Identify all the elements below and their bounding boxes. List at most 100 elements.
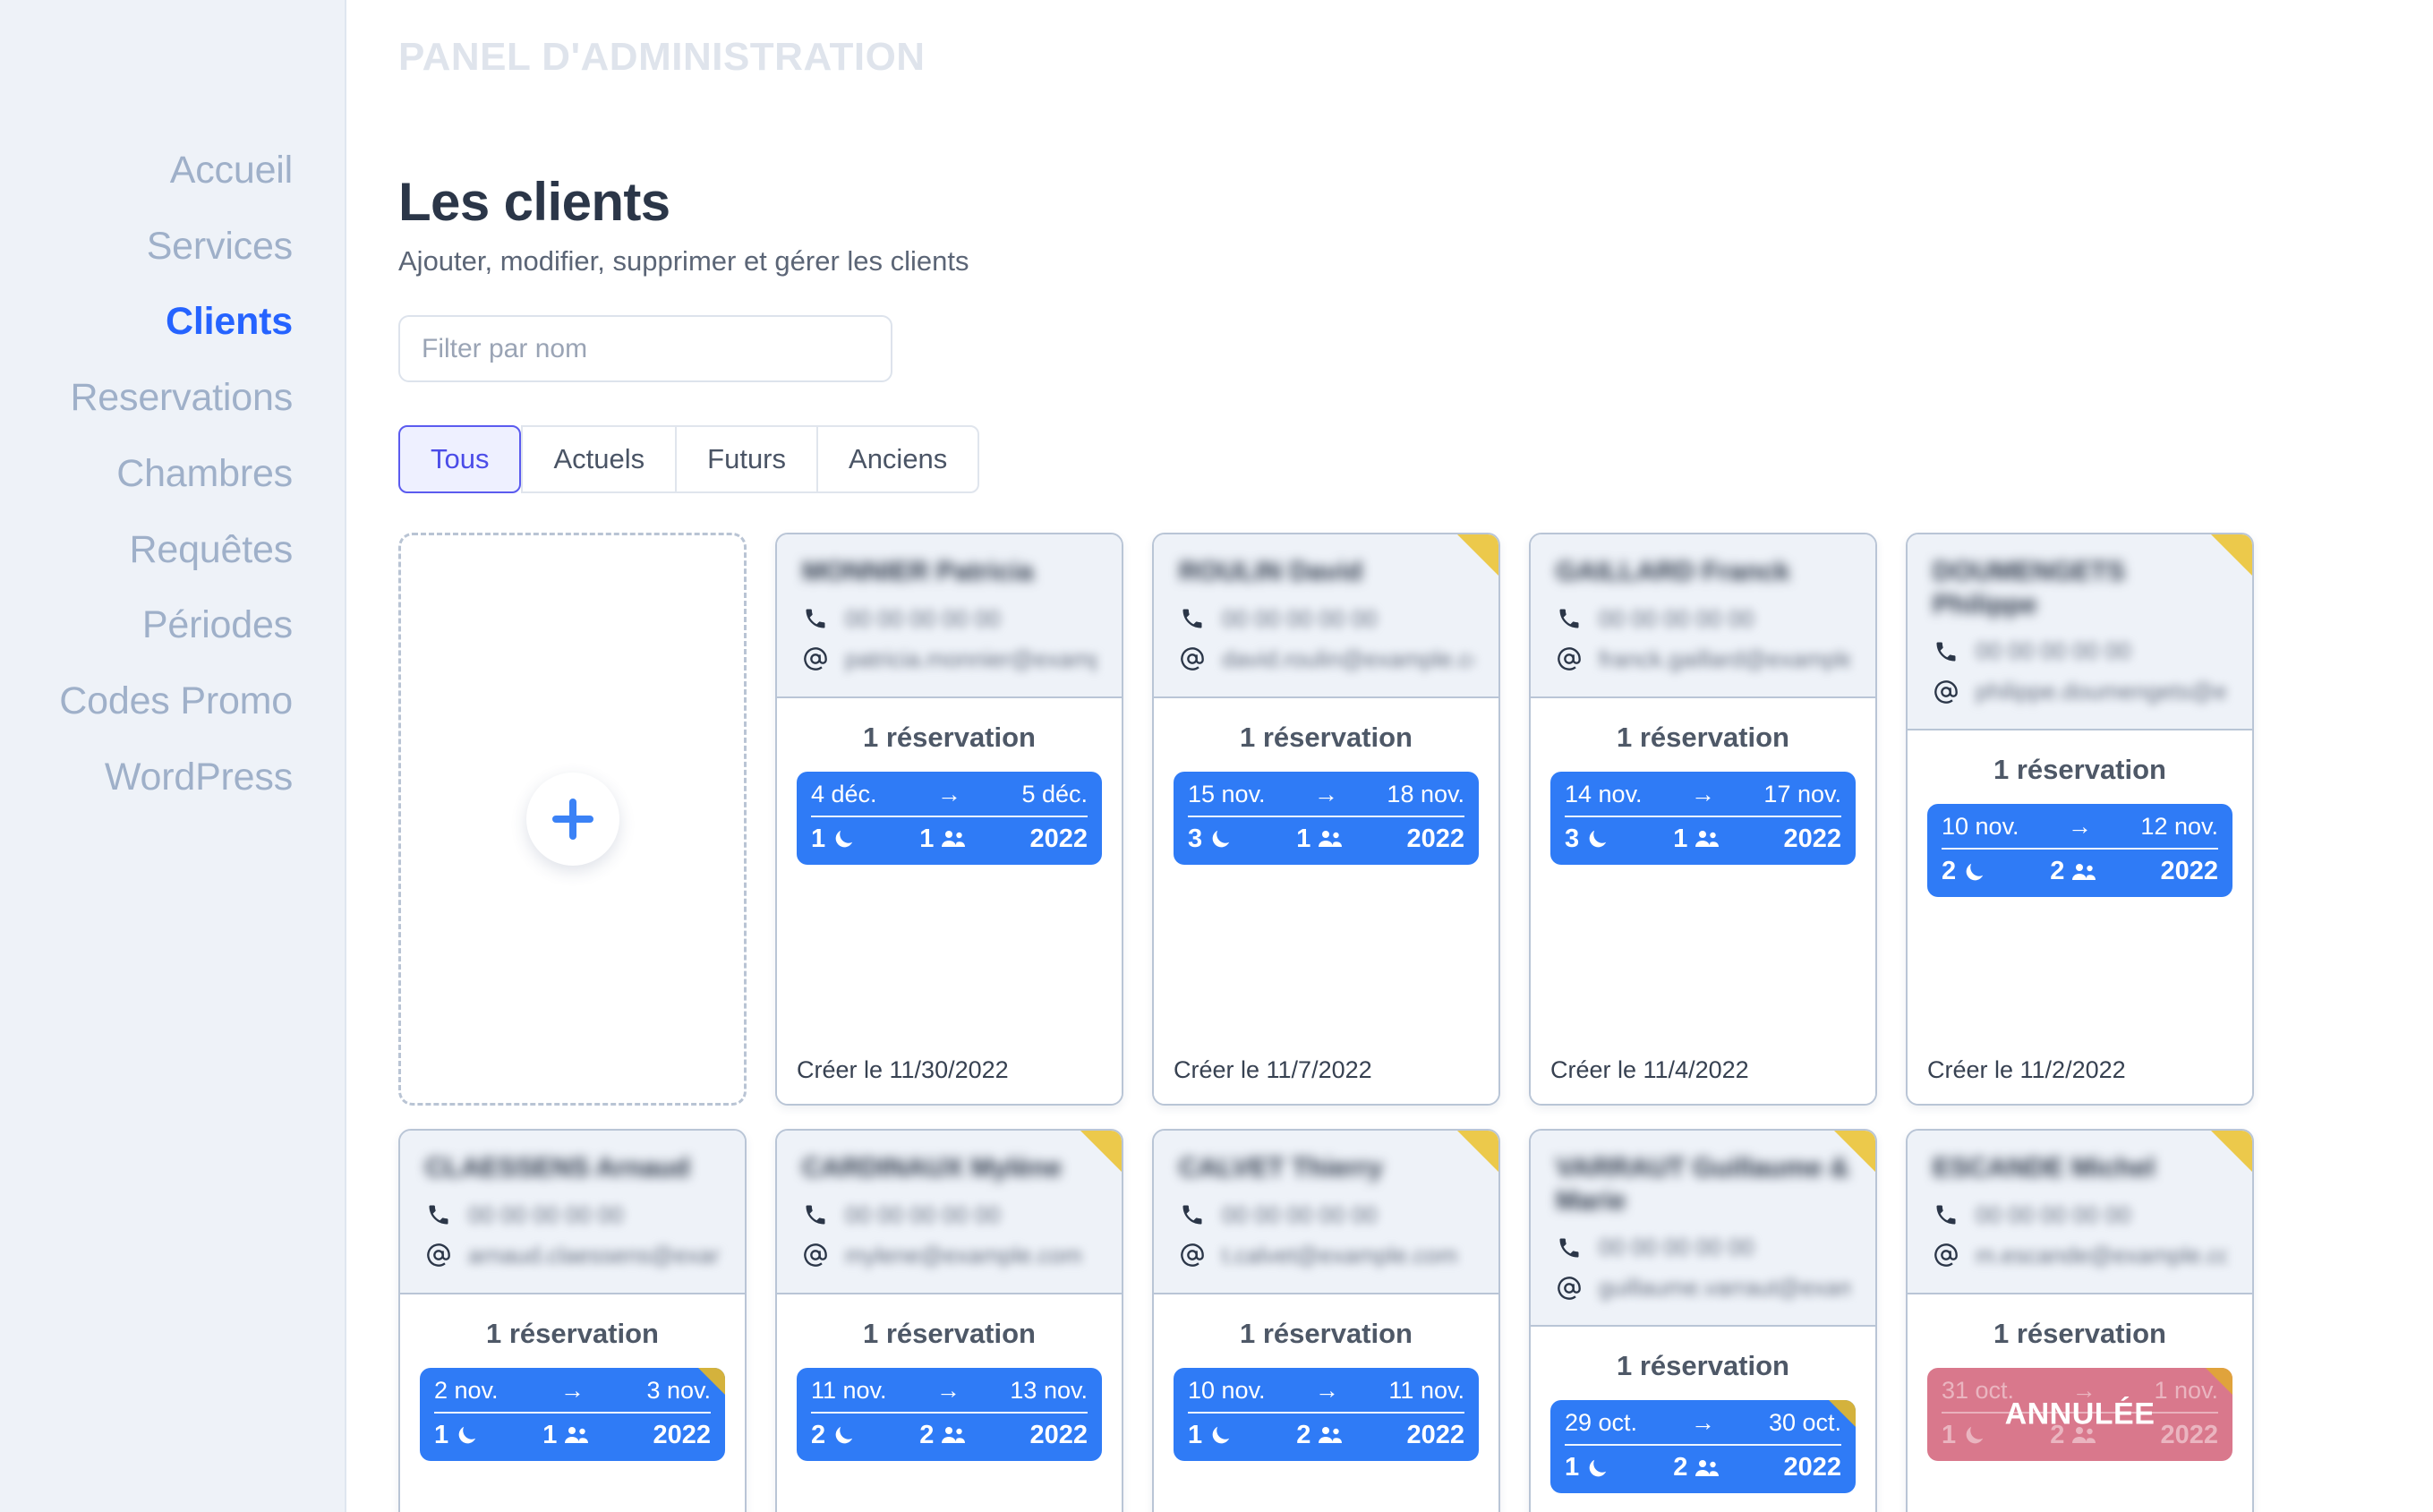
sidebar: Accueil Services Clients Reservations Chambr…: [0, 0, 346, 1512]
arrow-right-icon: →: [935, 1376, 960, 1404]
client-phone: 00 00 00 00 00: [1222, 1200, 1378, 1228]
reservation-pill[interactable]: 2 nov. → 3 nov. 1 1 2022: [420, 1367, 725, 1461]
client-email: guillaume.varraut@example.com: [1599, 1274, 1850, 1302]
reservation-pill[interactable]: 31 oct. → 1 nov. 1 2 2022 ANNULÉE: [1927, 1367, 2232, 1461]
client-card[interactable]: DOUMENGETS Philippe 00 00 00 00 00 philipp…: [1906, 533, 2254, 1106]
reservation-pill[interactable]: 15 nov. → 18 nov. 3 1 2022: [1174, 771, 1479, 865]
client-email-row: david.roulin@example.com: [1179, 645, 1473, 673]
reservation-pill-content: 11 nov. → 13 nov. 2 2 2022: [811, 1377, 1088, 1450]
guests-count: 2: [1673, 1453, 1688, 1482]
client-email-row: m.escande@example.com: [1933, 1242, 2227, 1269]
client-card-header: CLAESSENS Arnaud 00 00 00 00 00 arnaud.cla…: [400, 1131, 745, 1294]
tab-label: Anciens: [849, 443, 948, 475]
reservation-pill[interactable]: 10 nov. → 12 nov. 2 2 2022: [1927, 804, 2232, 898]
tab-actuels[interactable]: Actuels: [521, 425, 676, 494]
moon-icon: [1586, 827, 1609, 850]
client-card-body: 1 réservation 14 nov. → 17 nov. 3 1 2022 Créer …: [1531, 697, 1875, 1105]
sidebar-item-services[interactable]: Services: [147, 226, 345, 267]
reservation-start-date: 29 oct.: [1565, 1409, 1638, 1437]
status-filter-tabs: Tous Actuels Futurs Anciens: [398, 425, 980, 494]
filter-name-input[interactable]: [398, 315, 892, 383]
client-email: david.roulin@example.com: [1222, 645, 1473, 672]
phone-icon: [1933, 639, 1959, 664]
reservation-pill-content: 10 nov. → 11 nov. 1 2 2022: [1188, 1377, 1464, 1450]
reservation-count: 1 réservation: [486, 1317, 659, 1349]
phone-icon: [1933, 1202, 1959, 1227]
client-card[interactable]: CARDINAUX Mylène 00 00 00 00 00 mylene@exa…: [775, 1129, 1123, 1512]
phone-icon: [802, 1202, 829, 1227]
client-created-date: Créer le 11/2/2022: [1927, 1056, 2126, 1084]
phone-icon: [1556, 1235, 1583, 1260]
sidebar-item-chambres[interactable]: Chambres: [116, 454, 345, 494]
client-card[interactable]: ROULIN David 00 00 00 00 00 david.roulin@e…: [1152, 533, 1500, 1106]
people-icon: [1695, 827, 1720, 850]
moon-icon: [832, 1423, 856, 1447]
reservation-count: 1 réservation: [1993, 754, 2166, 786]
client-card[interactable]: CLAESSENS Arnaud 00 00 00 00 00 arnaud.cla…: [398, 1129, 747, 1512]
sidebar-item-p-riodes[interactable]: Périodes: [142, 605, 345, 645]
reservation-pill[interactable]: 11 nov. → 13 nov. 2 2 2022: [797, 1367, 1102, 1461]
reservation-dates: 2 nov. → 3 nov.: [434, 1377, 711, 1412]
reservation-pill[interactable]: 4 déc. → 5 déc. 1 1 2022: [797, 771, 1102, 865]
reservation-pill[interactable]: 29 oct. → 30 oct. 1 2 2022: [1550, 1400, 1856, 1494]
client-card[interactable]: ESCANDE Michel 00 00 00 00 00 m.escande@ex…: [1906, 1129, 2254, 1512]
sidebar-item-accueil[interactable]: Accueil: [170, 150, 345, 191]
client-card-header: MONNIER Patricia 00 00 00 00 00 patricia.m…: [777, 534, 1122, 698]
tab-tous[interactable]: Tous: [398, 425, 522, 494]
sidebar-item-wordpress[interactable]: WordPress: [105, 756, 345, 798]
sidebar-item-requ-tes[interactable]: Requêtes: [130, 529, 345, 570]
filter-bar: [398, 315, 2433, 383]
sidebar-item-codes-promo[interactable]: Codes Promo: [59, 681, 345, 722]
at-icon: [1933, 1243, 1959, 1268]
reservation-year: 2022: [1783, 824, 1841, 853]
client-email-row: t.calvet@example.com: [1179, 1242, 1473, 1269]
plus-icon[interactable]: [525, 773, 619, 867]
page-title: Les clients: [398, 172, 670, 232]
tab-anciens[interactable]: Anciens: [816, 425, 980, 494]
client-phone-row: 00 00 00 00 00: [802, 1201, 1097, 1229]
client-card[interactable]: CALVET Thierry 00 00 00 00 00 t.calvet@exa…: [1152, 1129, 1500, 1512]
client-email: franck.gaillard@example.com: [1599, 645, 1850, 672]
people-icon: [564, 1423, 589, 1447]
tab-label: Futurs: [707, 443, 787, 475]
client-card-body: 1 réservation 10 nov. → 11 nov. 1 2 2022: [1154, 1294, 1498, 1512]
client-name: DOUMENGETS Philippe: [1933, 557, 2126, 619]
people-icon: [1695, 1456, 1720, 1480]
client-email-row: arnaud.claessens@example.com: [425, 1242, 720, 1269]
client-card[interactable]: MONNIER Patricia 00 00 00 00 00 patricia.m…: [775, 533, 1123, 1106]
nights-metric: 2: [1942, 857, 1986, 886]
client-name: VARRAUT Guillaume & Marie: [1556, 1153, 1849, 1216]
nights-count: 3: [1565, 824, 1580, 853]
reservation-year: 2022: [1029, 1420, 1088, 1449]
reservation-pill[interactable]: 14 nov. → 17 nov. 3 1 2022: [1550, 771, 1856, 865]
client-email: philippe.doumengets@example.com: [1976, 678, 2227, 705]
arrow-right-icon: →: [1314, 780, 1338, 807]
add-client-card[interactable]: [398, 533, 747, 1106]
client-card-header: VARRAUT Guillaume & Marie 00 00 00 00 00 g…: [1531, 1131, 1875, 1328]
reservation-count: 1 réservation: [1617, 1350, 1789, 1382]
client-phone: 00 00 00 00 00: [1976, 1200, 2131, 1228]
corner-flag-icon: [1834, 1131, 1875, 1173]
client-email: t.calvet@example.com: [1222, 1241, 1458, 1269]
arrow-right-icon: →: [1315, 1376, 1339, 1404]
sidebar-item-label: Reservations: [70, 376, 293, 420]
sidebar-item-clients[interactable]: Clients: [166, 302, 345, 342]
reservation-count: 1 réservation: [1240, 721, 1413, 753]
at-icon: [1179, 1243, 1206, 1268]
client-card-header: CARDINAUX Mylène 00 00 00 00 00 mylene@exa…: [777, 1131, 1122, 1294]
client-name: CARDINAUX Mylène: [802, 1153, 1063, 1183]
arrow-right-icon: →: [1691, 1409, 1715, 1437]
client-email-row: guillaume.varraut@example.com: [1556, 1274, 1850, 1302]
reservation-year: 2022: [1406, 1420, 1464, 1449]
panel-title: PANEL D'ADMINISTRATION: [398, 35, 926, 79]
client-card[interactable]: VARRAUT Guillaume & Marie 00 00 00 00 00 g…: [1529, 1129, 1877, 1512]
reservation-pill[interactable]: 10 nov. → 11 nov. 1 2 2022: [1174, 1367, 1479, 1461]
sidebar-item-reservations[interactable]: Reservations: [70, 378, 345, 418]
phone-icon: [1179, 1202, 1206, 1227]
tab-futurs[interactable]: Futurs: [675, 425, 817, 494]
client-card-body: 1 réservation 11 nov. → 13 nov. 2 2 2022: [777, 1294, 1122, 1512]
reservation-end-date: 18 nov.: [1387, 780, 1464, 807]
corner-flag-icon: [1457, 534, 1498, 577]
client-card[interactable]: GAILLARD Franck 00 00 00 00 00 franck.gail…: [1529, 533, 1877, 1106]
client-phone: 00 00 00 00 00: [845, 604, 1001, 632]
